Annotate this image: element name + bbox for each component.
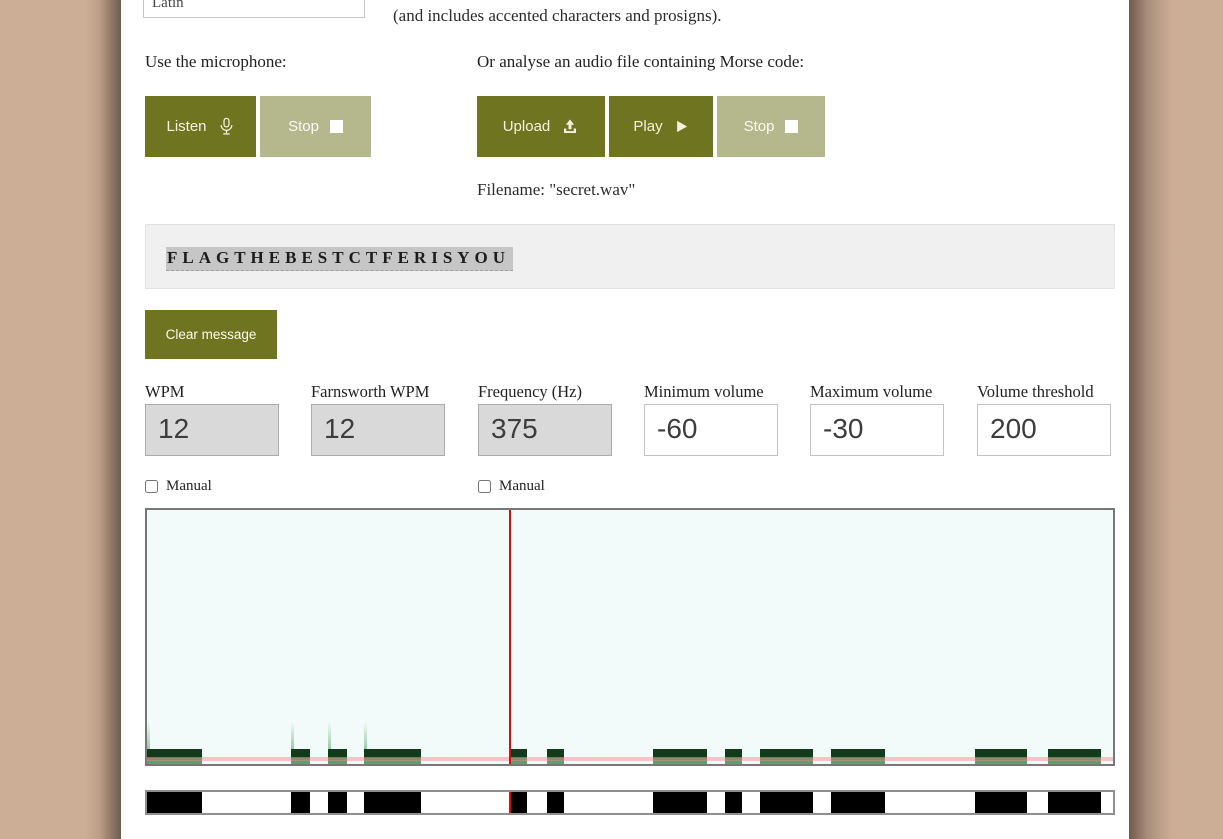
listen-button-label: Listen (166, 118, 207, 135)
morse-segment (328, 792, 347, 813)
param-col-wpm: WPM Manual (145, 382, 279, 494)
charset-note: (and includes accented characters and pr… (393, 6, 722, 25)
param-input[interactable] (810, 404, 944, 456)
main-content: Latin (and includes accented characters … (121, 0, 1129, 839)
play-button-label: Play (633, 118, 663, 135)
file-stop-button-label: Stop (743, 118, 775, 135)
param-input (311, 404, 445, 456)
morse-segment (291, 792, 310, 813)
play-icon (674, 119, 689, 134)
morse-segment (725, 792, 742, 813)
page-right-shadow (1129, 0, 1171, 839)
filename-text: Filename: "secret.wav" (477, 180, 636, 199)
mic-stop-button[interactable]: Stop (260, 96, 371, 157)
param-input[interactable] (977, 404, 1111, 456)
morse-segment (547, 792, 564, 813)
manual-checkbox[interactable] (478, 480, 491, 493)
morse-segment (975, 792, 1027, 813)
manual-toggle[interactable]: Manual (145, 478, 212, 495)
microphone-icon (218, 117, 235, 136)
signal-wisp (291, 722, 294, 749)
volume-threshold-line (147, 757, 1113, 761)
morse-segment (831, 792, 885, 813)
morse-timing-strip (145, 790, 1115, 815)
param-input (478, 404, 612, 456)
param-label: Farnsworth WPM (311, 382, 430, 401)
spectrogram-canvas (145, 508, 1115, 766)
param-label: Maximum volume (810, 382, 933, 401)
param-label: WPM (145, 382, 185, 401)
manual-toggle[interactable]: Manual (478, 478, 545, 495)
param-col-frequency-hz-: Frequency (Hz) Manual (478, 382, 612, 494)
param-col-farnsworth-wpm: Farnsworth WPM (311, 382, 445, 456)
stop-icon (785, 120, 799, 133)
timing-strip-playhead (509, 792, 511, 813)
morse-segment (147, 792, 202, 813)
manual-checkbox[interactable] (145, 480, 158, 493)
parameters-panel: WPM Manual Farnsworth WPM Frequency (Hz) Man… (145, 382, 1115, 494)
microphone-section-label: Use the microphone: (145, 52, 287, 71)
morse-segment (653, 792, 707, 813)
signal-wisp (364, 722, 367, 749)
signal-wisp (147, 722, 150, 749)
charset-select-value: Latin (152, 0, 184, 11)
param-input (145, 404, 279, 456)
morse-segment (1048, 792, 1101, 813)
param-col-volume-threshold: Volume threshold (977, 382, 1111, 456)
clear-message-button[interactable]: Clear message (145, 310, 277, 359)
signal-wisp (328, 722, 331, 749)
spectrogram-playhead (509, 510, 511, 764)
param-input[interactable] (644, 404, 778, 456)
morse-segment (364, 792, 421, 813)
param-col-maximum-volume: Maximum volume (810, 382, 944, 456)
param-label: Minimum volume (644, 382, 764, 401)
play-button[interactable]: Play (609, 96, 713, 157)
file-stop-button[interactable]: Stop (717, 96, 825, 157)
morse-segment (760, 792, 813, 813)
stop-icon (329, 120, 343, 133)
upload-button-label: Upload (502, 118, 551, 135)
clear-message-label: Clear message (165, 327, 257, 342)
manual-label: Manual (166, 478, 212, 494)
manual-label: Manual (499, 478, 545, 494)
page-left-shadow (0, 0, 121, 839)
param-col-minimum-volume: Minimum volume (644, 382, 778, 456)
upload-button[interactable]: Upload (477, 96, 605, 157)
mic-stop-button-label: Stop (288, 118, 319, 135)
morse-segment (511, 792, 527, 813)
charset-select[interactable]: Latin (143, 0, 365, 18)
param-label: Frequency (Hz) (478, 382, 582, 401)
param-label: Volume threshold (977, 382, 1094, 401)
upload-icon (561, 118, 579, 136)
file-section-label: Or analyse an audio file containing Mors… (477, 52, 805, 71)
listen-button[interactable]: Listen (145, 96, 256, 157)
decoded-message-text: FLAGTHEBESTCTFERISYOU (166, 247, 514, 271)
decoded-message-box[interactable]: FLAGTHEBESTCTFERISYOU (145, 224, 1115, 289)
